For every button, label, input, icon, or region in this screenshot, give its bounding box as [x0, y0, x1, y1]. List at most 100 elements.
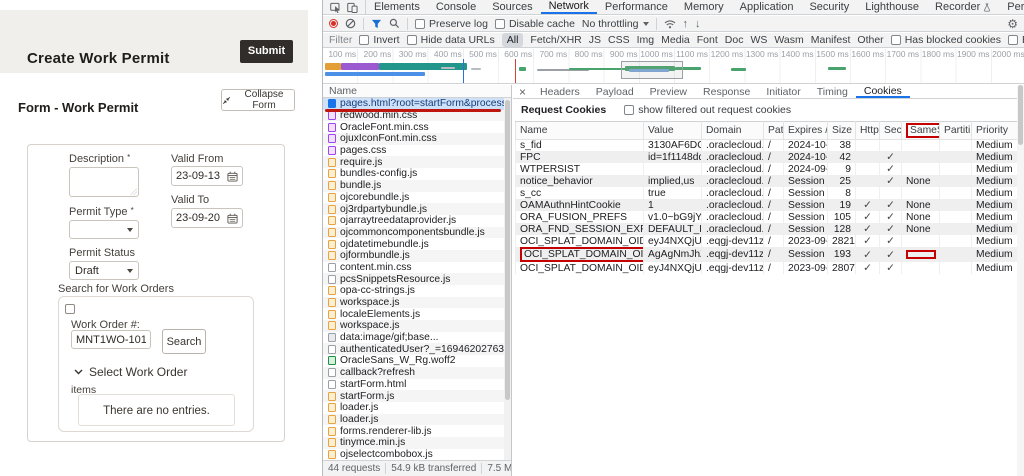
- filter-chip-wasm[interactable]: Wasm: [774, 34, 803, 46]
- detail-scrollbar[interactable]: [1017, 85, 1024, 476]
- resize-grip[interactable]: [130, 188, 137, 195]
- request-row[interactable]: bundle.js: [323, 180, 505, 192]
- request-row[interactable]: ojselectcombobox.js: [323, 449, 505, 461]
- select-work-order-toggle[interactable]: Select Work Order: [74, 365, 187, 379]
- network-settings-gear-icon[interactable]: ⚙: [1007, 18, 1018, 30]
- cookie-column-size[interactable]: Size: [828, 122, 856, 140]
- request-row[interactable]: bundles-config.js: [323, 168, 505, 180]
- tab-performance[interactable]: Performance: [597, 0, 676, 14]
- request-row[interactable]: ojuxIconFont.min.css: [323, 133, 505, 145]
- request-row[interactable]: loader.js: [323, 414, 505, 426]
- detail-tab-preview[interactable]: Preview: [642, 85, 695, 98]
- request-row[interactable]: forms.renderer-lib.js: [323, 425, 505, 437]
- tab-console[interactable]: Console: [428, 0, 484, 14]
- close-detail-icon[interactable]: ×: [513, 85, 532, 99]
- filter-chip-font[interactable]: Font: [697, 34, 718, 46]
- request-row[interactable]: data:image/gif;base...: [323, 332, 505, 344]
- tab-network[interactable]: Network: [541, 0, 597, 14]
- request-row[interactable]: ojdatetimebundle.js: [323, 238, 505, 250]
- request-row[interactable]: OracleSans_W_Rg.woff2: [323, 355, 505, 367]
- tab-recorder[interactable]: Recorder: [927, 0, 999, 14]
- calendar-icon[interactable]: [227, 171, 238, 182]
- filter-chip-other[interactable]: Other: [857, 34, 883, 46]
- detail-tab-headers[interactable]: Headers: [532, 85, 588, 98]
- request-row[interactable]: pcsSnippetsResource.js: [323, 273, 505, 285]
- valid-from-input[interactable]: 23-09-13: [171, 166, 243, 186]
- blocked-requests-checkbox[interactable]: Blocked Requests: [1008, 34, 1024, 46]
- request-row[interactable]: ojarraytreedataprovider.js: [323, 215, 505, 227]
- cookie-column-priority[interactable]: Priority: [972, 122, 1024, 140]
- scrollbar-thumb[interactable]: [1018, 85, 1023, 145]
- record-network-log-icon[interactable]: [329, 19, 338, 28]
- request-row[interactable]: workspace.js: [323, 320, 505, 332]
- work-order-checkbox[interactable]: [65, 304, 75, 314]
- device-toolbar-icon[interactable]: [347, 2, 358, 13]
- clear-network-log-icon[interactable]: [345, 18, 356, 29]
- filter-chip-fetch-xhr[interactable]: Fetch/XHR: [530, 34, 581, 46]
- checkbox-box[interactable]: [1008, 35, 1018, 45]
- valid-to-input[interactable]: 23-09-20: [171, 208, 243, 228]
- request-row[interactable]: OracleFont.min.css: [323, 121, 505, 133]
- preserve-log-checkbox[interactable]: Preserve log: [415, 18, 488, 30]
- cookie-column-path[interactable]: Path: [764, 122, 784, 140]
- network-overview-waterfall[interactable]: [323, 59, 1024, 84]
- permit-type-select[interactable]: [69, 220, 139, 239]
- inspect-element-icon[interactable]: [330, 2, 341, 13]
- filter-chip-doc[interactable]: Doc: [725, 34, 744, 46]
- request-row[interactable]: content.min.css: [323, 262, 505, 274]
- show-filtered-cookies-checkbox[interactable]: show filtered out request cookies: [624, 104, 791, 116]
- has-blocked-cookies-checkbox[interactable]: Has blocked cookies: [891, 34, 1001, 46]
- checkbox-box[interactable]: [891, 35, 901, 45]
- cookie-column-samesite[interactable]: SameSite: [902, 122, 940, 140]
- request-row[interactable]: oj3rdpartybundle.js: [323, 203, 505, 215]
- filter-chip-manifest[interactable]: Manifest: [811, 34, 851, 46]
- network-conditions-icon[interactable]: [664, 19, 676, 29]
- tab-lighthouse[interactable]: Lighthouse: [857, 0, 927, 14]
- request-row[interactable]: workspace.js: [323, 297, 505, 309]
- filter-chip-img[interactable]: Img: [637, 34, 655, 46]
- tab-memory[interactable]: Memory: [676, 0, 732, 14]
- request-row[interactable]: callback?refresh: [323, 367, 505, 379]
- filter-chip-all[interactable]: All: [502, 33, 524, 47]
- disable-cache-checkbox[interactable]: Disable cache: [495, 18, 575, 30]
- request-row[interactable]: ojcommoncomponentsbundle.js: [323, 227, 505, 239]
- cookie-column-domain[interactable]: Domain: [702, 122, 764, 140]
- request-row[interactable]: authenticatedUser?_=1694620276375: [323, 343, 505, 355]
- tab-performance-insights[interactable]: Performance insights: [999, 0, 1024, 14]
- checkbox-box[interactable]: [495, 19, 505, 29]
- description-textarea[interactable]: [69, 167, 139, 197]
- calendar-icon[interactable]: [227, 213, 238, 224]
- cookie-column-value[interactable]: Value: [644, 122, 702, 140]
- tab-sources[interactable]: Sources: [484, 0, 540, 14]
- tab-security[interactable]: Security: [801, 0, 857, 14]
- filter-chip-js[interactable]: JS: [589, 34, 601, 46]
- collapse-form-button[interactable]: Collapse Form: [221, 89, 295, 111]
- request-row[interactable]: tinymce.min.js: [323, 437, 505, 449]
- cookie-column-name[interactable]: Name: [516, 122, 644, 140]
- filter-funnel-icon[interactable]: [371, 19, 382, 29]
- search-button[interactable]: Search: [162, 329, 206, 354]
- request-row[interactable]: startForm.html: [323, 379, 505, 391]
- checkbox-box[interactable]: [624, 105, 634, 115]
- scrollbar-thumb[interactable]: [505, 100, 510, 400]
- request-row[interactable]: pages.css: [323, 145, 505, 157]
- request-row[interactable]: pages.html?root=startForm&processDefId=1…: [323, 98, 505, 110]
- cookie-column-sec[interactable]: Sec...: [880, 122, 902, 140]
- checkbox-box[interactable]: [407, 35, 417, 45]
- request-row[interactable]: opa-cc-strings.js: [323, 285, 505, 297]
- filter-chip-media[interactable]: Media: [661, 34, 690, 46]
- cookie-column-expires[interactable]: Expires / ...: [784, 122, 828, 140]
- request-row[interactable]: require.js: [323, 156, 505, 168]
- request-row[interactable]: loader.js: [323, 402, 505, 414]
- overview-selection-frame[interactable]: [621, 61, 683, 79]
- request-row[interactable]: ojcorebundle.js: [323, 192, 505, 204]
- hide-data-urls-checkbox[interactable]: Hide data URLs: [407, 34, 495, 46]
- permit-status-select[interactable]: Draft: [69, 261, 139, 280]
- filter-chip-ws[interactable]: WS: [750, 34, 767, 46]
- import-har-icon[interactable]: ↑: [683, 18, 689, 30]
- detail-tab-timing[interactable]: Timing: [809, 85, 856, 98]
- work-order-input[interactable]: [71, 330, 151, 349]
- requests-name-column-header[interactable]: Name: [323, 85, 511, 98]
- checkbox-box[interactable]: [415, 19, 425, 29]
- detail-tab-payload[interactable]: Payload: [588, 85, 642, 98]
